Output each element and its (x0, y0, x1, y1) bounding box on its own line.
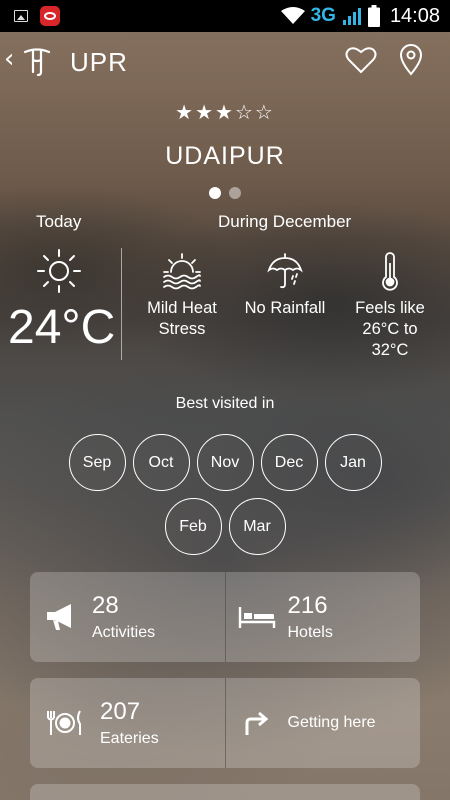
today-label: Today (36, 212, 82, 231)
eateries-tile[interactable]: 207 Eateries (30, 678, 226, 768)
battery-icon (367, 5, 380, 27)
bed-icon (226, 604, 288, 630)
umbrella-rain-icon (235, 250, 335, 292)
more-tiles-peek[interactable] (30, 784, 420, 800)
page-indicator[interactable] (0, 187, 450, 199)
weather-item-label-line: No Rainfall (244, 299, 326, 317)
turn-right-arrow-icon (226, 710, 288, 736)
getting-here-label: Getting here (287, 714, 376, 731)
gallery-notification-icon (14, 10, 28, 22)
heart-icon[interactable] (345, 46, 377, 78)
info-tiles: 28 Activities 216 Hotels 207 Eateries Ge… (30, 572, 420, 784)
month-chip[interactable]: Feb (164, 498, 222, 555)
page-dot-2[interactable] (229, 187, 241, 199)
month-chip[interactable]: Oct (132, 434, 190, 491)
current-temperature: 24°C (8, 301, 116, 354)
heat-waves-icon (132, 250, 232, 292)
activities-label: Activities (92, 624, 156, 641)
weather-item-label-line: 32°C (371, 341, 409, 359)
back-button[interactable]: ‹ (4, 44, 14, 74)
weather-item-label-line: Mild Heat (147, 299, 217, 317)
month-chip[interactable]: Sep (68, 434, 126, 491)
clock: 14:08 (389, 4, 440, 27)
tourism-logo-icon[interactable] (22, 46, 52, 80)
app-notification-icon (40, 6, 60, 26)
eateries-label: Eateries (100, 730, 159, 747)
best-months-list: Sep Oct Nov Dec Jan Feb Mar (0, 434, 450, 555)
sun-icon (36, 248, 82, 298)
status-bar: 3G 14:08 (0, 0, 450, 32)
month-chip[interactable]: Nov (196, 434, 254, 491)
thermometer-icon (340, 250, 440, 292)
app-header: ‹ UPR (0, 38, 450, 86)
weather-item-label-line: 26°C to (362, 320, 418, 338)
map-pin-icon[interactable] (398, 44, 424, 80)
weather-item-heat: Mild Heat Stress (132, 250, 232, 340)
signal-icon (342, 8, 361, 25)
best-visited-label: Best visited in (175, 395, 275, 412)
weather-item-feels-like: Feels like 26°C to 32°C (340, 250, 440, 361)
weather-item-label-line: Stress (158, 320, 206, 338)
eateries-count: 207 (100, 698, 141, 725)
city-code-title: UPR (70, 47, 128, 77)
wifi-icon (280, 7, 305, 24)
star-rating: ★★★☆☆ (175, 100, 275, 124)
city-name: UDAIPUR (165, 142, 285, 170)
month-chip[interactable]: Jan (324, 434, 382, 491)
month-chip[interactable]: Mar (228, 498, 286, 555)
hotels-count: 216 (287, 592, 328, 619)
getting-here-tile[interactable]: Getting here (225, 678, 420, 768)
weather-item-rainfall: No Rainfall (235, 250, 335, 319)
network-type: 3G (310, 5, 336, 26)
weather-item-label-line: Feels like (355, 299, 425, 317)
megaphone-icon (30, 602, 92, 632)
weather-divider (121, 248, 122, 360)
month-chip[interactable]: Dec (260, 434, 318, 491)
activities-count: 28 (92, 592, 119, 619)
period-label: During December (218, 212, 352, 231)
hotels-tile[interactable]: 216 Hotels (225, 572, 420, 662)
fork-plate-knife-icon (30, 708, 100, 738)
page-dot-1[interactable] (209, 187, 221, 199)
hotels-label: Hotels (287, 624, 333, 641)
activities-tile[interactable]: 28 Activities (30, 572, 226, 662)
